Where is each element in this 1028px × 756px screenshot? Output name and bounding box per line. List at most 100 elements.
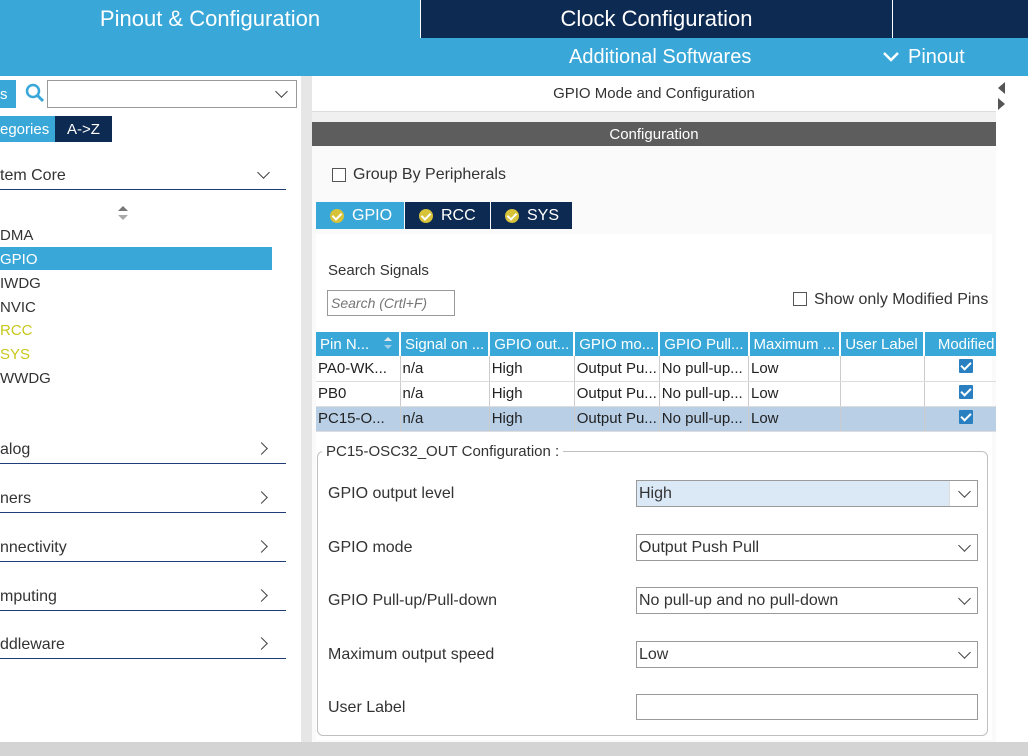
chevron-down-icon [958, 592, 971, 605]
tab-categories[interactable]: egories [0, 116, 55, 142]
modified-checkbox[interactable] [959, 409, 974, 424]
gpio-mode-select[interactable]: Output Push Pull [636, 534, 978, 561]
list-item-nvic[interactable]: NVIC [0, 299, 36, 316]
list-item-dma[interactable]: DMA [0, 227, 33, 244]
right-edge-panel [996, 76, 1028, 742]
categories-toggle-button[interactable]: s [0, 80, 16, 108]
search-combobox[interactable] [47, 80, 297, 108]
chevron-right-icon [255, 637, 268, 650]
gpio-pull-label: GPIO Pull-up/Pull-down [328, 592, 497, 609]
table-row-selected[interactable]: PC15-O... n/a High Output Pu... No pull-… [316, 406, 1009, 432]
collapse-arrows-icon[interactable] [996, 80, 1006, 114]
search-signals-label: Search Signals [328, 262, 429, 279]
sort-icon [384, 337, 392, 349]
modified-checkbox[interactable] [959, 384, 974, 399]
section-connectivity[interactable]: nnectivity [0, 516, 286, 562]
section-middleware-label: ddleware [0, 636, 65, 653]
max-speed-label: Maximum output speed [328, 646, 495, 663]
chevron-down-icon [257, 166, 270, 179]
check-circle-icon [330, 208, 344, 223]
col-gpio-pull[interactable]: GPIO Pull... [659, 332, 750, 356]
cell [840, 356, 925, 382]
top-tab-bar: Pinout & Configuration Clock Configurati… [0, 0, 1028, 38]
gpio-mode-value: Output Push Pull [639, 539, 760, 556]
pin-configuration-title: PC15-OSC32_OUT Configuration : [322, 443, 564, 460]
cell: No pull-up... [659, 356, 750, 382]
chevron-right-icon [255, 491, 268, 504]
col-gpio-output[interactable]: GPIO out... [489, 332, 576, 356]
chevron-down-icon [958, 646, 971, 659]
chevron-down-icon [958, 539, 971, 552]
cell [840, 406, 925, 432]
col-pin-name-label: Pin N... [320, 335, 370, 353]
section-analog[interactable]: alog [0, 418, 286, 464]
tab-gpio[interactable]: GPIO [316, 202, 404, 229]
search-icon[interactable] [24, 82, 46, 104]
section-computing[interactable]: mputing [0, 565, 286, 611]
show-only-modified-checkbox[interactable] [793, 292, 807, 306]
list-item-gpio[interactable]: GPIO [0, 251, 38, 268]
gpio-mode-label: GPIO mode [328, 539, 413, 556]
cell: No pull-up... [659, 406, 750, 432]
tab-rcc-label: RCC [441, 206, 476, 224]
cell: n/a [400, 356, 490, 382]
max-speed-select[interactable]: Low [636, 641, 978, 668]
modified-checkbox[interactable] [959, 359, 974, 374]
list-item-rcc[interactable]: RCC [0, 322, 33, 339]
tab-a-to-z[interactable]: A->Z [55, 116, 112, 142]
cell: PA0-WK... [316, 356, 401, 382]
user-label-label: User Label [328, 699, 406, 716]
chevron-right-icon [255, 540, 268, 553]
cell: Low [748, 356, 841, 382]
tab-clock-configuration[interactable]: Clock Configuration [421, 0, 892, 38]
tab-project-manager[interactable] [893, 0, 1028, 38]
check-circle-icon [419, 208, 433, 223]
cell: PB0 [316, 381, 401, 407]
table-row[interactable]: PB0 n/a High Output Pu... No pull-up... … [316, 381, 1009, 407]
col-user-label[interactable]: User Label [840, 332, 926, 356]
cell: n/a [400, 381, 490, 407]
col-signal[interactable]: Signal on ... [400, 332, 491, 356]
chevron-right-icon [255, 589, 268, 602]
gpio-pull-select[interactable]: No pull-up and no pull-down [636, 587, 978, 614]
tab-sys[interactable]: SYS [491, 202, 572, 229]
search-signals-input[interactable] [327, 290, 455, 316]
cell: PC15-O... [316, 406, 401, 432]
mode-header: GPIO Mode and Configuration [312, 76, 996, 112]
cell [840, 381, 925, 407]
cell: High [489, 356, 575, 382]
group-by-peripherals-label: Group By Peripherals [353, 166, 506, 183]
tab-pinout-configuration[interactable]: Pinout & Configuration [0, 0, 420, 38]
section-middleware[interactable]: ddleware [0, 613, 286, 659]
cell: Output Pu... [574, 356, 660, 382]
section-timers[interactable]: ners [0, 467, 286, 513]
user-label-input[interactable] [636, 694, 978, 720]
output-level-select[interactable]: High [636, 480, 978, 507]
list-item-iwdg[interactable]: IWDG [0, 275, 41, 292]
chevron-right-icon [255, 442, 268, 455]
additional-softwares-menu[interactable]: Additional Softwares [569, 38, 751, 76]
check-circle-icon [505, 208, 519, 223]
max-speed-value: Low [639, 646, 669, 663]
col-max-speed[interactable]: Maximum ... [748, 332, 842, 356]
section-analog-label: alog [0, 441, 31, 458]
tab-gpio-label: GPIO [352, 206, 393, 224]
pinout-menu[interactable]: Pinout [882, 38, 965, 76]
cell: High [489, 381, 575, 407]
list-item-sys[interactable]: SYS [0, 346, 30, 363]
col-gpio-mode[interactable]: GPIO mo... [574, 332, 661, 356]
pinout-menu-label: Pinout [908, 45, 965, 68]
output-level-value: High [639, 485, 672, 502]
gpio-selected-highlight [0, 247, 272, 270]
table-row[interactable]: PA0-WK... n/a High Output Pu... No pull-… [316, 356, 1009, 382]
cell: High [489, 406, 575, 432]
left-panel-gutter [301, 76, 312, 742]
list-item-wwdg[interactable]: WWDG [0, 370, 51, 387]
col-pin-name[interactable]: Pin N... [316, 332, 401, 356]
group-by-peripherals-checkbox[interactable] [332, 168, 346, 182]
section-system-core[interactable]: tem Core [0, 144, 286, 190]
cell: Output Pu... [574, 406, 660, 432]
tab-rcc[interactable]: RCC [405, 202, 490, 229]
configuration-bar: Configuration [312, 122, 996, 146]
sort-icon[interactable] [117, 205, 129, 221]
